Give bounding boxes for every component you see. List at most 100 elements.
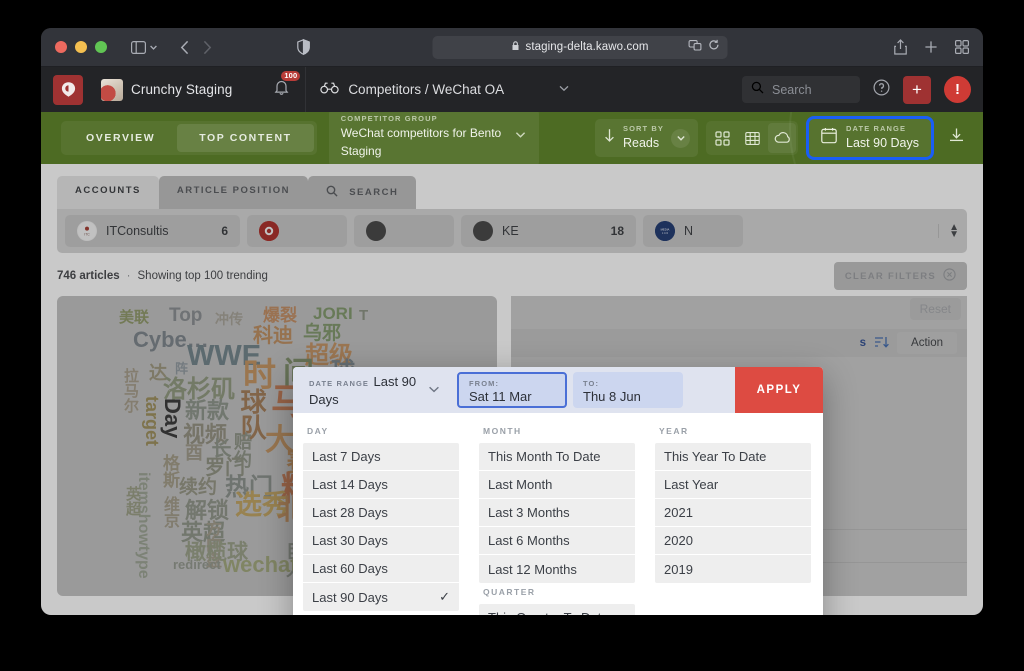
date-range-popover: DATE RANGE Last 90 Days FROM: Sat 11 Mar… bbox=[293, 367, 823, 615]
svg-text:2.103: 2.103 bbox=[662, 232, 669, 235]
preset-last-7-days[interactable]: Last 7 Days bbox=[303, 443, 459, 471]
preset-last-3-months[interactable]: Last 3 Months bbox=[479, 499, 635, 527]
competitor-group-select[interactable]: COMPETITOR GROUP WeChat competitors for … bbox=[328, 112, 539, 164]
url-field[interactable]: staging-delta.kawo.com bbox=[432, 35, 728, 59]
preset-label: Last Month bbox=[488, 477, 553, 492]
sort-by-label: SORT BY bbox=[622, 124, 665, 133]
table-view-icon[interactable] bbox=[738, 123, 766, 153]
preset-column-day-week: DAY Last 7 Days Last 14 Days Last 28 Day… bbox=[293, 413, 469, 615]
tab-accounts[interactable]: ACCOUNTS bbox=[57, 176, 159, 209]
account-chip-ke[interactable]: KE 18 bbox=[461, 215, 636, 247]
preset-columns: DAY Last 7 Days Last 14 Days Last 28 Day… bbox=[293, 413, 823, 615]
chevron-down-icon[interactable]: ▼ bbox=[949, 230, 959, 240]
context-label: Competitors / WeChat OA bbox=[348, 82, 505, 97]
app-header: Crunchy Staging 100 Competitors / WeChat… bbox=[41, 67, 983, 112]
account-chip-n[interactable]: MEDIA 2.103 N bbox=[643, 215, 743, 247]
cloud-view-icon[interactable] bbox=[768, 123, 797, 153]
preset-label: Last 12 Months bbox=[488, 561, 577, 577]
new-tab-icon[interactable] bbox=[924, 40, 938, 54]
tab-article-position[interactable]: ARTICLE POSITION bbox=[158, 176, 309, 209]
shield-icon[interactable] bbox=[297, 39, 311, 55]
preset-last-60-days[interactable]: Last 60 Days bbox=[303, 555, 459, 583]
back-icon[interactable] bbox=[180, 40, 190, 55]
wc-word: 乌邪 bbox=[303, 323, 342, 344]
chevron-down-icon[interactable] bbox=[427, 382, 441, 401]
share-icon[interactable] bbox=[894, 39, 907, 55]
preset-last-month[interactable]: Last Month bbox=[479, 471, 635, 499]
search-placeholder: Search bbox=[772, 82, 812, 97]
preset-last-14-days[interactable]: Last 14 Days bbox=[303, 471, 459, 499]
preset-this-quarter-to-date[interactable]: This Quarter To Date bbox=[479, 604, 635, 615]
to-label: TO: bbox=[583, 378, 600, 388]
wc-word: 拉马尔 bbox=[122, 368, 139, 413]
account-chip-itconsultis[interactable]: ITC ITConsultis 6 bbox=[65, 215, 240, 247]
close-window-button[interactable] bbox=[55, 41, 67, 53]
forward-icon[interactable] bbox=[202, 40, 212, 55]
account-chip-2[interactable] bbox=[247, 215, 347, 247]
tab-grid-icon[interactable] bbox=[955, 40, 969, 54]
preset-this-year-to-date[interactable]: This Year To Date bbox=[655, 443, 811, 471]
wc-word: 英超 bbox=[124, 486, 141, 516]
preset-last-6-months[interactable]: Last 6 Months bbox=[479, 527, 635, 555]
tab-search[interactable]: SEARCH bbox=[308, 176, 417, 209]
date-range-select[interactable]: DATE RANGE Last 90 Days bbox=[299, 372, 451, 408]
page-body: ACCOUNTS ARTICLE POSITION SEARCH ITC ITC… bbox=[41, 164, 983, 615]
svg-text:ITC: ITC bbox=[84, 233, 90, 237]
brand-name: Crunchy Staging bbox=[131, 82, 233, 97]
reset-button[interactable]: Reset bbox=[909, 298, 961, 320]
preset-label: Last 3 Months bbox=[488, 505, 570, 520]
url-right-icons bbox=[688, 38, 720, 56]
apply-button[interactable]: APPLY bbox=[735, 367, 823, 413]
question-circle-icon[interactable] bbox=[873, 78, 890, 101]
download-icon[interactable] bbox=[942, 127, 967, 149]
lock-icon bbox=[511, 40, 519, 54]
zoom-window-button[interactable] bbox=[95, 41, 107, 53]
accounts-scroll-stepper[interactable]: ▲ ▼ bbox=[938, 223, 959, 240]
preset-last-12-months[interactable]: Last 12 Months bbox=[479, 555, 635, 583]
preset-last-90-days[interactable]: Last 90 Days ✓ bbox=[303, 583, 459, 611]
preset-2019[interactable]: 2019 bbox=[655, 555, 811, 583]
preset-label: Last 6 Months bbox=[488, 533, 570, 548]
account-chip-3[interactable] bbox=[354, 215, 454, 247]
tab-overview[interactable]: OVERVIEW bbox=[64, 124, 177, 152]
from-date-input[interactable]: FROM: Sat 11 Mar bbox=[457, 372, 567, 408]
preset-this-month-to-date[interactable]: This Month To Date bbox=[479, 443, 635, 471]
preset-label: Last 60 Days bbox=[312, 561, 388, 576]
date-range-button[interactable]: DATE RANGE Last 90 Days bbox=[806, 116, 934, 160]
account-alert-avatar[interactable]: ! bbox=[944, 76, 971, 103]
tab-top-content[interactable]: TOP CONTENT bbox=[177, 124, 314, 152]
chevron-down-icon[interactable] bbox=[671, 128, 691, 148]
sidebar-toggle-icon[interactable] bbox=[131, 40, 146, 54]
preset-last-year[interactable]: Last Year bbox=[655, 471, 811, 499]
chevron-down-icon[interactable] bbox=[514, 128, 527, 146]
clear-filters-button[interactable]: CLEAR FILTERS bbox=[833, 262, 967, 290]
extensions-icon[interactable] bbox=[688, 38, 702, 56]
minimize-window-button[interactable] bbox=[75, 41, 87, 53]
group-title-month: MONTH bbox=[483, 426, 522, 436]
to-date-input[interactable]: TO: Thu 8 Jun bbox=[573, 372, 683, 408]
notifications-button[interactable]: 100 bbox=[274, 71, 301, 100]
grid-view-icon[interactable] bbox=[708, 123, 736, 153]
preset-last-28-days[interactable]: Last 28 Days bbox=[303, 499, 459, 527]
sort-by-control[interactable]: SORT BY Reads bbox=[594, 119, 699, 157]
add-button[interactable]: + bbox=[903, 75, 931, 104]
chevron-down-icon[interactable] bbox=[558, 82, 570, 97]
group-title-year: YEAR bbox=[659, 426, 689, 436]
accounts-filter-strip: ITC ITConsultis 6 KE 18 MEDIA 2.103 N ▲ … bbox=[57, 209, 967, 253]
preset-label: Last 30 Days bbox=[312, 533, 388, 548]
preset-2020[interactable]: 2020 bbox=[655, 527, 811, 555]
reload-icon[interactable] bbox=[709, 38, 720, 56]
kawo-logo-icon[interactable] bbox=[53, 74, 83, 105]
account-count: 6 bbox=[221, 224, 228, 238]
wc-word: 长 bbox=[208, 438, 230, 458]
preset-last-30-days[interactable]: Last 30 Days bbox=[303, 527, 459, 555]
search-input[interactable]: Search bbox=[742, 76, 860, 103]
wc-word: 解锁 bbox=[185, 498, 230, 523]
context-switcher[interactable]: Competitors / WeChat OA bbox=[320, 82, 570, 97]
preset-2021[interactable]: 2021 bbox=[655, 499, 811, 527]
group-title-week: WEEK bbox=[303, 611, 459, 615]
close-circle-icon bbox=[943, 268, 956, 284]
chevron-down-icon[interactable] bbox=[149, 43, 158, 52]
sort-rows-icon[interactable] bbox=[874, 335, 889, 352]
checkmark-icon: ✓ bbox=[439, 589, 450, 604]
